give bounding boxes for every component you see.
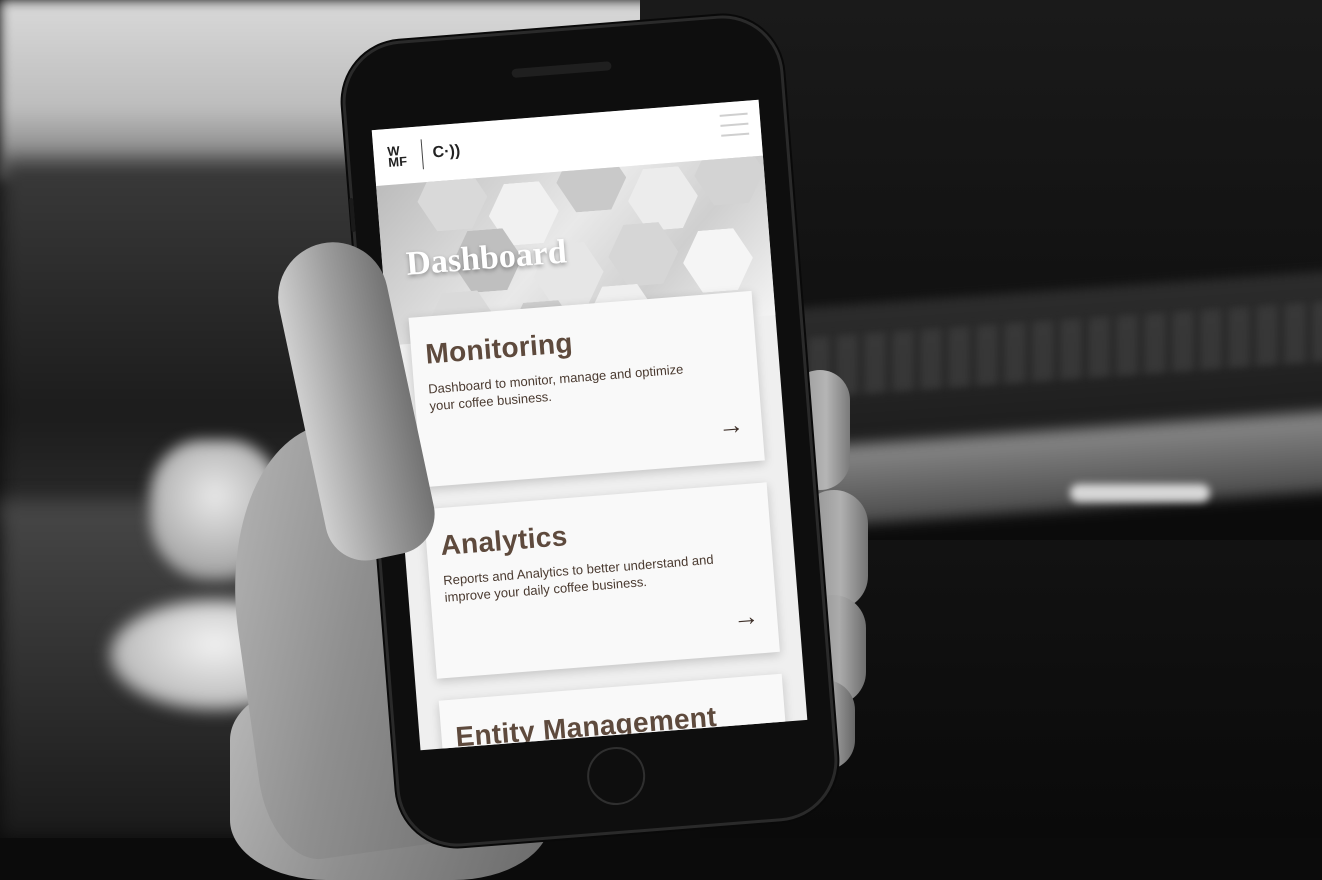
hand-thumb-layer	[0, 0, 1322, 838]
hand-thumb	[267, 232, 443, 568]
